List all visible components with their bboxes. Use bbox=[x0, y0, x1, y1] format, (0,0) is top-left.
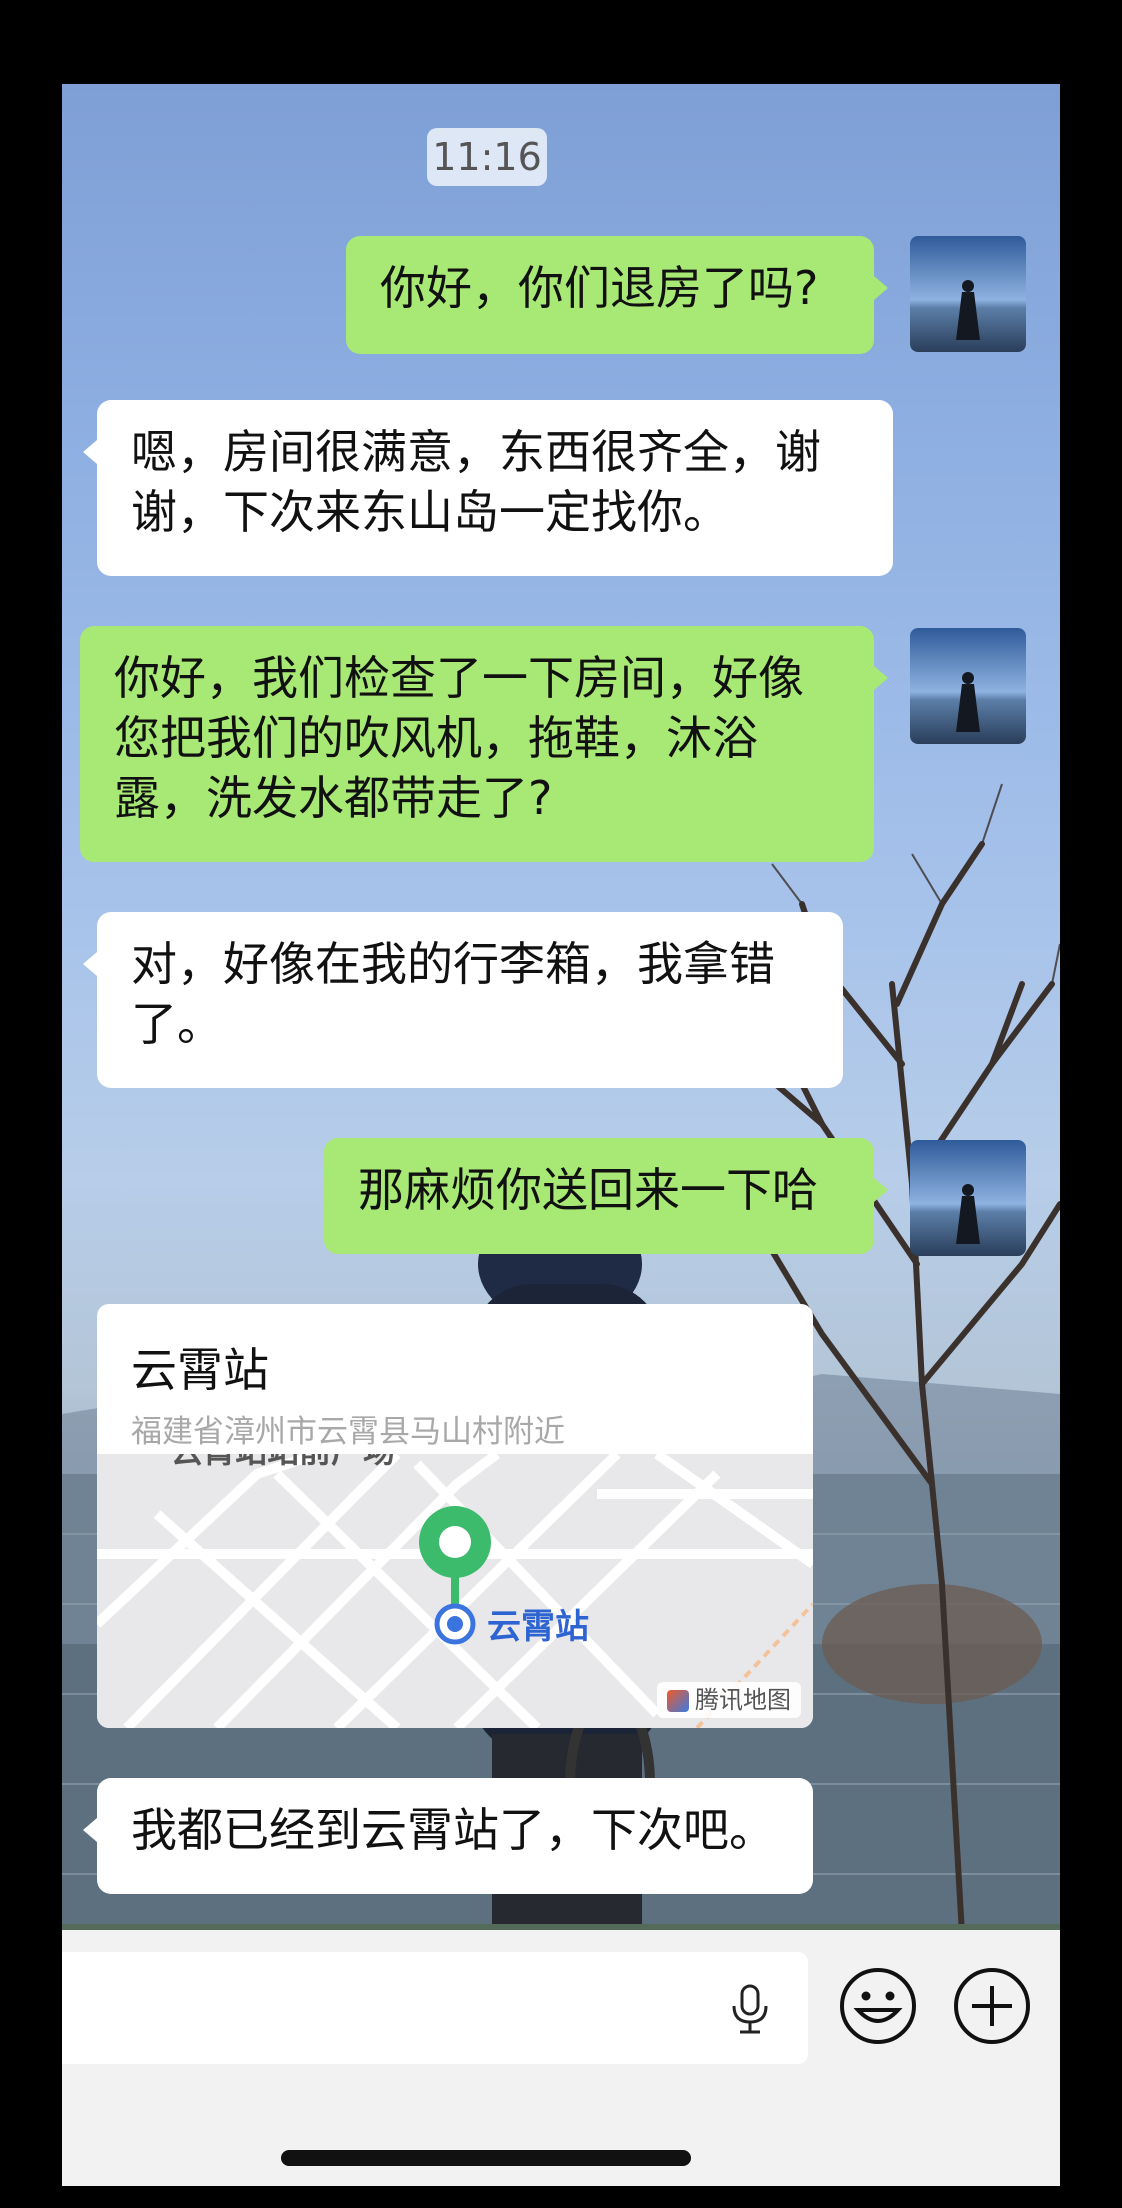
message-text: 你好，你们退房了吗? bbox=[380, 261, 819, 315]
location-card[interactable]: 云霄站 福建省漳州市云霄县马山村附近 云霄站站前广场 bbox=[97, 1304, 813, 1728]
message-input[interactable] bbox=[62, 1952, 808, 2064]
avatar-image bbox=[910, 1140, 1026, 1256]
home-indicator bbox=[281, 2150, 691, 2166]
location-address: 福建省漳州市云霄县马山村附近 bbox=[131, 1414, 565, 1450]
avatar[interactable] bbox=[910, 236, 1026, 352]
map-pin-label: 云霄站 bbox=[487, 1607, 589, 1647]
message-text: 我都已经到云霄站了，下次吧。 bbox=[131, 1803, 775, 1857]
message-bubble-incoming[interactable]: 对，好像在我的行李箱，我拿错了。 bbox=[83, 912, 843, 1088]
timestamp: 11:16 bbox=[427, 128, 547, 186]
tencent-map-logo-icon bbox=[667, 1690, 689, 1712]
input-bar bbox=[62, 1930, 1060, 2186]
message-bubble-outgoing[interactable]: 你好，你们退房了吗? bbox=[346, 236, 888, 354]
location-title: 云霄站 bbox=[131, 1343, 269, 1397]
chat-screen: 11:16 你好，你们退房了吗? 嗯，房间很满意，东西很齐全，谢谢，下次来东山岛… bbox=[62, 84, 1060, 2186]
map-road-label: 云霄站站前广场 bbox=[171, 1454, 395, 1469]
message-bubble-incoming[interactable]: 嗯，房间很满意，东西很齐全，谢谢，下次来东山岛一定找你。 bbox=[83, 400, 893, 576]
message-bubble-outgoing[interactable]: 你好，我们检查了一下房间，好像您把我们的吹风机，拖鞋，沐浴露，洗发水都带走了? bbox=[80, 626, 888, 862]
microphone-icon[interactable] bbox=[722, 1980, 778, 2036]
message-text: 嗯，房间很满意，东西很齐全，谢谢，下次来东山岛一定找你。 bbox=[131, 425, 821, 539]
avatar[interactable] bbox=[910, 1140, 1026, 1256]
avatar-image bbox=[910, 628, 1026, 744]
message-text: 对，好像在我的行李箱，我拿错了。 bbox=[131, 937, 775, 1051]
plus-icon[interactable] bbox=[952, 1966, 1032, 2046]
emoji-icon[interactable] bbox=[838, 1966, 918, 2046]
avatar[interactable] bbox=[910, 628, 1026, 744]
message-text: 你好，我们检查了一下房间，好像您把我们的吹风机，拖鞋，沐浴露，洗发水都带走了? bbox=[114, 651, 804, 825]
message-bubble-outgoing[interactable]: 那麻烦你送回来一下哈 bbox=[324, 1138, 888, 1254]
message-text: 那麻烦你送回来一下哈 bbox=[358, 1163, 818, 1217]
avatar-image bbox=[910, 236, 1026, 352]
map-attribution: 腾讯地图 bbox=[657, 1682, 801, 1718]
message-bubble-incoming[interactable]: 我都已经到云霄站了，下次吧。 bbox=[83, 1778, 813, 1894]
